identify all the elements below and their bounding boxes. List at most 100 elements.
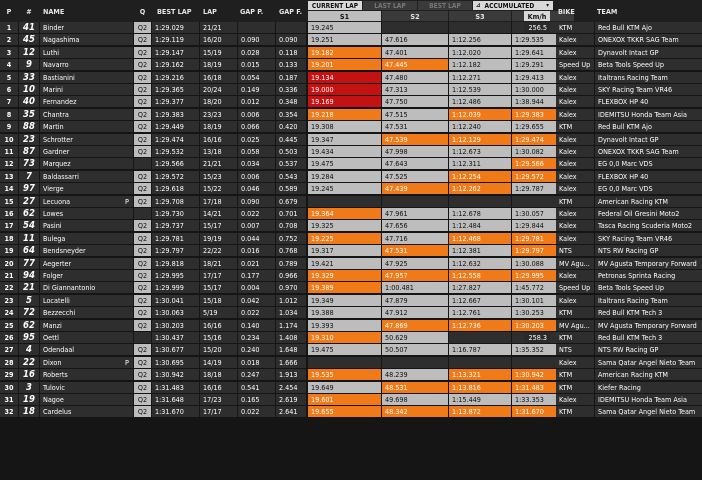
bike-cell: Kalex bbox=[556, 356, 594, 368]
table-row[interactable]: 24 72 Bezzecchi Q2 1:30.063 5/19 0.022 1.034 19.… bbox=[0, 307, 702, 319]
table-row[interactable]: 16 62 Lowes 1:29.730 14/21 0.022 0.701 19.364 47… bbox=[0, 208, 702, 220]
s2-cell bbox=[382, 195, 448, 207]
rider-name-cell: Odendaal bbox=[40, 344, 133, 356]
pit-indicator bbox=[125, 208, 133, 219]
pit-indicator bbox=[125, 233, 133, 244]
s2-cell: 47.912 bbox=[382, 307, 448, 319]
table-row[interactable]: 5 33 Bastianini Q2 1:29.216 16/18 0.054 0.187 19… bbox=[0, 71, 702, 84]
table-row[interactable]: 6 10 Marini Q2 1:29.365 20/24 0.149 0.336 19.000… bbox=[0, 84, 702, 96]
s3-cell: 1:13.321 bbox=[449, 369, 511, 381]
table-row[interactable]: 2 45 Nagashima Q2 1:29.119 16/20 0.090 0.090 19.… bbox=[0, 34, 702, 46]
table-row[interactable]: 7 40 Fernandez Q2 1:29.377 18/20 0.012 0.348 19.… bbox=[0, 96, 702, 108]
table-row[interactable]: 20 77 Aegerter Q2 1:29.818 18/21 0.021 0.789 19.… bbox=[0, 257, 702, 270]
gap-p-cell: 0.240 bbox=[238, 344, 275, 356]
table-row[interactable]: 9 88 Martin Q2 1:29.449 18/19 0.066 0.420 19.308… bbox=[0, 121, 702, 133]
bike-cell: KTM bbox=[556, 307, 594, 319]
table-row[interactable]: 30 3 Tulovic Q2 1:31.483 16/16 0.541 2.454 19.64… bbox=[0, 381, 702, 394]
gap-f-cell: 0.420 bbox=[276, 121, 306, 133]
header-s1: S1 bbox=[308, 11, 381, 21]
current-lap-button[interactable]: CURRENT LAP bbox=[308, 1, 362, 10]
best-lap-cell: 1:29.147 bbox=[152, 46, 199, 58]
best-lap-button[interactable]: BEST LAP bbox=[418, 1, 472, 10]
s1-cell: 19.655 bbox=[308, 406, 381, 418]
number-cell: 12 bbox=[19, 46, 39, 58]
team-cell: NTS RW Racing GP bbox=[595, 245, 702, 257]
best-lap-cell: 1:29.365 bbox=[152, 84, 199, 95]
s1-cell: 19.349 bbox=[308, 294, 381, 306]
s3-cell: 1:12.673 bbox=[449, 146, 511, 157]
q-cell: Q2 bbox=[134, 257, 151, 269]
table-row[interactable]: 4 9 Navarro Q2 1:29.162 18/19 0.015 0.133 19.201… bbox=[0, 59, 702, 71]
rider-name-cell: Bulega bbox=[40, 232, 133, 244]
table-row[interactable]: 12 73 Marquez 1:29.566 21/21 0.034 0.537 19.475… bbox=[0, 158, 702, 170]
s2-cell: 47.961 bbox=[382, 208, 448, 219]
s2-cell: 47.539 bbox=[382, 133, 448, 145]
table-row[interactable]: 14 97 Vierge Q2 1:29.618 15/22 0.046 0.589 19.24… bbox=[0, 183, 702, 195]
s1-cell: 19.169 bbox=[308, 96, 381, 108]
q-cell bbox=[134, 158, 151, 170]
bike-cell: Speed Up bbox=[556, 59, 594, 71]
pit-indicator bbox=[125, 307, 133, 318]
team-cell: ONEXOX TKKR SAG Team bbox=[595, 34, 702, 46]
speed-cell: 256.5 bbox=[524, 22, 550, 33]
table-row[interactable]: 25 62 Manzi Q2 1:30.203 16/16 0.140 1.174 19.393… bbox=[0, 319, 702, 332]
lap-cell: 16/20 bbox=[200, 34, 237, 46]
header-name: NAME bbox=[43, 6, 65, 16]
table-row[interactable]: 3 12 Luthi Q2 1:29.147 15/19 0.028 0.118 19.182 4… bbox=[0, 46, 702, 59]
table-row[interactable]: 31 19 Nagoe Q2 1:31.648 17/23 0.165 2.619 19.601… bbox=[0, 394, 702, 406]
gap-f-cell: 0.336 bbox=[276, 84, 306, 95]
table-row[interactable]: 18 11 Bulega Q2 1:29.781 19/19 0.044 0.752 19.22… bbox=[0, 232, 702, 245]
team-cell: Beta Tools Speed Up bbox=[595, 59, 702, 71]
lap-cell: 15/19 bbox=[200, 46, 237, 58]
gap-f-cell: 1.012 bbox=[276, 294, 306, 306]
table-row[interactable]: 21 94 Folger Q2 1:29.995 17/17 0.177 0.966 19.32… bbox=[0, 270, 702, 282]
accumulated-dropdown[interactable]: ⊿ ACCUMULATED ▾ bbox=[473, 1, 553, 10]
s1-cell: 19.434 bbox=[308, 146, 381, 157]
team-cell: Red Bull KTM Ajo bbox=[595, 22, 702, 33]
pos-cell: 19 bbox=[0, 245, 18, 257]
rider-name-cell: Locatelli bbox=[40, 294, 133, 306]
table-row[interactable]: 27 4 Odendaal Q2 1:30.677 15/20 0.240 1.648 19.4… bbox=[0, 344, 702, 356]
pos-cell: 29 bbox=[0, 369, 18, 381]
best-lap-cell: 1:30.695 bbox=[152, 356, 199, 368]
s3-cell: 1:12.254 bbox=[449, 170, 511, 182]
pit-indicator bbox=[125, 134, 133, 145]
number-cell: 5 bbox=[19, 294, 39, 306]
table-row[interactable]: 15 27 Lecuona Q2 1:29.708 17/18 0.090 0.679 KTM A… bbox=[0, 195, 702, 208]
team-cell: MV Agusta Temporary Forward bbox=[595, 319, 702, 331]
s2-cell: 47.925 bbox=[382, 257, 448, 269]
table-row[interactable]: 11 87 Gardner Q2 1:29.532 13/18 0.058 0.503 19.4… bbox=[0, 146, 702, 158]
last-lap-button[interactable]: LAST LAP bbox=[363, 1, 417, 10]
table-row[interactable]: 22 21 Di Giannantonio Q2 1:29.999 15/17 0.004 0… bbox=[0, 282, 702, 294]
gap-f-cell: 0.354 bbox=[276, 108, 306, 120]
table-row[interactable]: 29 16 Roberts Q2 1:30.942 18/18 0.247 1.913 19.5… bbox=[0, 369, 702, 381]
best-lap-cell: 1:29.383 bbox=[152, 108, 199, 120]
gap-p-cell: 0.016 bbox=[238, 245, 275, 257]
pos-cell: 16 bbox=[0, 208, 18, 219]
gap-f-cell: 0.768 bbox=[276, 245, 306, 257]
rider-name-cell: Bastianini bbox=[40, 71, 133, 83]
team-cell: Petronas Sprinta Racing bbox=[595, 270, 702, 281]
table-row[interactable]: 13 7 Baldassarri Q2 1:29.572 15/23 0.006 0.543 1… bbox=[0, 170, 702, 183]
table-row[interactable]: 8 35 Chantra Q2 1:29.383 23/23 0.006 0.354 19.21… bbox=[0, 108, 702, 121]
lap-cell: 15/20 bbox=[200, 344, 237, 356]
pos-cell: 1 bbox=[0, 22, 18, 33]
number-cell: 62 bbox=[19, 208, 39, 219]
table-row[interactable]: 1 41 Binder Q2 1:29.029 21/21 19.245 KTM Red Bul… bbox=[0, 22, 702, 34]
table-row[interactable]: 19 64 Bendsneyder Q2 1:29.797 22/22 0.016 0.768… bbox=[0, 245, 702, 257]
table-row[interactable]: 10 23 Schrotter Q2 1:29.474 16/16 0.025 0.445 19… bbox=[0, 133, 702, 146]
table-row[interactable]: 32 18 Cardelus Q2 1:31.670 17/17 0.022 2.641 19.… bbox=[0, 406, 702, 418]
number-cell: 3 bbox=[19, 381, 39, 393]
table-row[interactable]: 17 54 Pasini Q2 1:29.737 15/17 0.007 0.708 19.32… bbox=[0, 220, 702, 232]
pit-indicator bbox=[125, 146, 133, 157]
table-row[interactable]: 28 22 Dixon Q2 1:30.695 14/19 0.018 1.666 Kalex S… bbox=[0, 356, 702, 369]
table-row[interactable]: 23 5 Locatelli Q2 1:30.041 15/18 0.042 1.012 19.… bbox=[0, 294, 702, 307]
rider-name-cell: Cardelus bbox=[40, 406, 133, 418]
lap-cell: 14/19 bbox=[200, 356, 237, 368]
table-row[interactable]: 26 95 Oettl 1:30.437 15/16 0.234 1.408 19.310 50… bbox=[0, 332, 702, 344]
gap-f-cell: 0.701 bbox=[276, 208, 306, 219]
rider-name-cell: Lecuona bbox=[40, 195, 133, 207]
number-cell: 40 bbox=[19, 96, 39, 108]
number-cell: 87 bbox=[19, 146, 39, 157]
s1-cell: 19.218 bbox=[308, 108, 381, 120]
